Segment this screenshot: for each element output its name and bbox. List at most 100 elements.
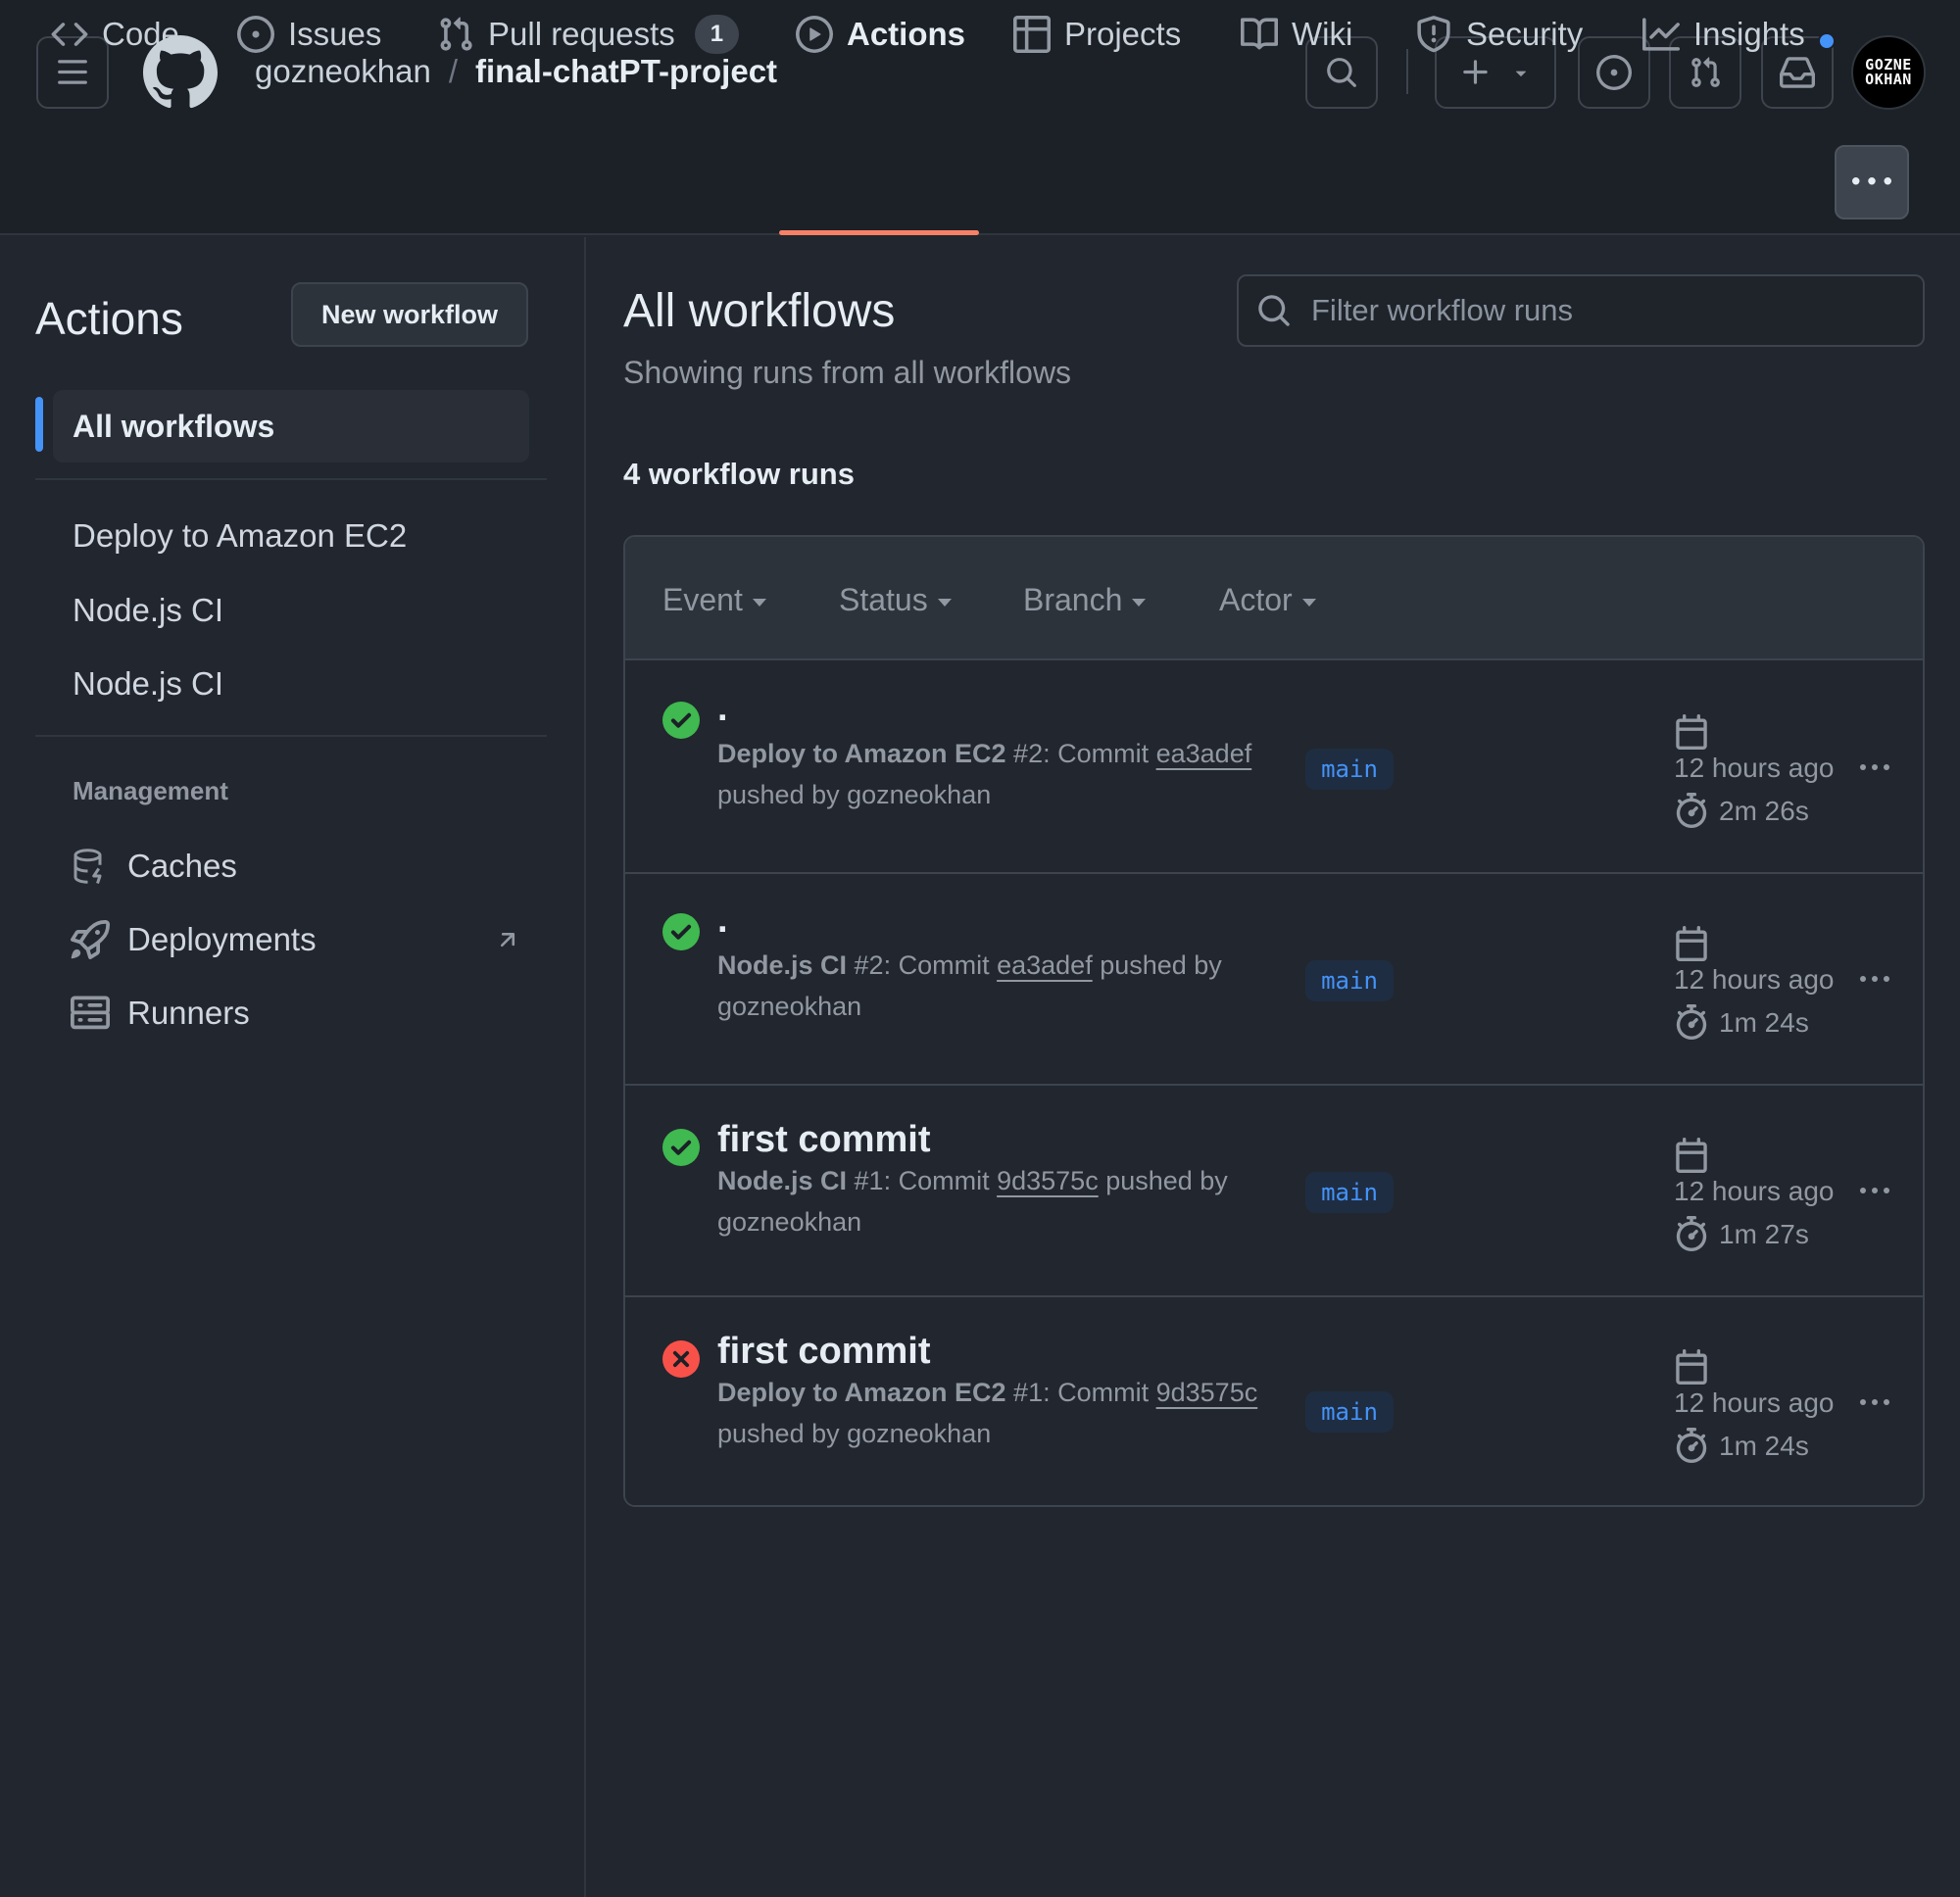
run-options-button[interactable] — [1860, 1399, 1889, 1405]
tab-actions[interactable]: Actions — [796, 0, 965, 90]
actor-filter-dropdown[interactable]: Actor — [1219, 582, 1316, 618]
tab-security[interactable]: Security — [1415, 0, 1583, 90]
page-subtitle: Showing runs from all workflows — [623, 355, 1072, 390]
run-duration: 1m 24s — [1719, 1007, 1809, 1038]
runs-filter-bar: Event Status Branch Actor — [625, 537, 1923, 660]
run-commit-prefix: : Commit — [883, 1166, 998, 1195]
run-meta: Deploy to Amazon EC2 #1: Commit 9d3575c … — [717, 1372, 1266, 1454]
run-number: #1 — [1005, 1378, 1044, 1407]
run-options-button[interactable] — [1860, 764, 1889, 770]
issue-opened-icon — [1596, 55, 1632, 90]
issue-opened-icon — [237, 16, 274, 53]
run-workflow-name: Deploy to Amazon EC2 — [717, 1378, 1006, 1407]
status-filter-dropdown[interactable]: Status — [839, 582, 952, 618]
run-duration: 1m 27s — [1719, 1219, 1809, 1249]
workflow-run-row[interactable]: first commit Node.js CI #1: Commit 9d357… — [625, 1086, 1923, 1297]
run-time-ago: 12 hours ago — [1674, 753, 1835, 783]
run-workflow-name: Node.js CI — [717, 1166, 848, 1195]
your-issues-button[interactable] — [1578, 36, 1650, 109]
sidebar-title: Actions — [35, 293, 183, 344]
actions-sidebar: Actions New workflow All workflows Deplo… — [0, 237, 586, 1897]
branch-badge[interactable]: main — [1305, 1391, 1394, 1433]
commit-sha-link[interactable]: ea3adef — [997, 950, 1093, 980]
management-heading: Management — [73, 776, 228, 805]
branch-badge[interactable]: main — [1305, 960, 1394, 1001]
workflow-run-row[interactable]: first commit Deploy to Amazon EC2 #1: Co… — [625, 1297, 1923, 1505]
tab-projects[interactable]: Projects — [1013, 0, 1181, 90]
kebab-horizontal-icon — [1852, 177, 1891, 185]
tab-pull-requests[interactable]: Pull requests 1 — [437, 0, 740, 90]
commit-sha-link[interactable]: 9d3575c — [997, 1166, 1099, 1195]
run-meta: Node.js CI #1: Commit 9d3575c pushed by … — [717, 1160, 1266, 1242]
run-pushed-by: pushed by gozneokhan — [717, 780, 992, 809]
sidebar-item-runners[interactable]: Runners — [71, 994, 521, 1033]
run-meta: Deploy to Amazon EC2 #2: Commit ea3adef … — [717, 733, 1266, 815]
actor-filter-label: Actor — [1219, 582, 1293, 617]
tab-wiki[interactable]: Wiki — [1241, 0, 1352, 90]
branch-badge[interactable]: main — [1305, 1172, 1394, 1213]
run-time-ago: 12 hours ago — [1674, 1387, 1835, 1418]
branch-badge[interactable]: main — [1305, 749, 1394, 790]
sidebar-item-workflow[interactable]: Deploy to Amazon EC2 — [73, 517, 407, 555]
tab-issues-label: Issues — [288, 16, 382, 52]
workflow-run-row[interactable]: . Deploy to Amazon EC2 #2: Commit ea3ade… — [625, 662, 1923, 874]
tab-insights-label: Insights — [1693, 16, 1805, 52]
sidebar-item-deployments[interactable]: Deployments — [71, 920, 521, 959]
run-title-link[interactable]: first commit — [717, 1331, 930, 1373]
new-workflow-button[interactable]: New workflow — [291, 282, 528, 347]
tab-issues[interactable]: Issues — [237, 0, 381, 90]
tab-code-label: Code — [102, 16, 179, 52]
git-pull-request-icon — [440, 17, 472, 51]
sidebar-item-caches-label: Caches — [127, 848, 237, 884]
caret-down-icon — [752, 598, 766, 607]
stopwatch-icon — [1676, 1004, 1707, 1040]
sidebar-item-workflow[interactable]: Node.js CI — [73, 592, 223, 629]
run-workflow-name: Node.js CI — [717, 950, 848, 980]
run-options-button[interactable] — [1860, 1188, 1889, 1193]
arrow-up-right-icon — [500, 933, 515, 948]
active-item-indicator — [35, 397, 43, 452]
sidebar-item-deployments-label: Deployments — [127, 921, 317, 957]
run-duration: 1m 24s — [1719, 1431, 1809, 1461]
notification-indicator — [1818, 32, 1836, 50]
branch-filter-label: Branch — [1023, 582, 1123, 617]
avatar-text-line-2: OKHAN — [1865, 71, 1912, 88]
tab-code[interactable]: Code — [51, 0, 179, 90]
database-icon — [74, 849, 102, 884]
commit-sha-link[interactable]: 9d3575c — [1156, 1378, 1258, 1407]
page-title: All workflows — [623, 285, 896, 337]
event-filter-label: Event — [662, 582, 743, 617]
tab-projects-label: Projects — [1064, 16, 1182, 52]
more-tabs-button[interactable] — [1835, 145, 1909, 219]
tab-insights[interactable]: Insights — [1642, 0, 1805, 90]
caret-down-icon — [937, 598, 952, 607]
run-options-button[interactable] — [1860, 976, 1889, 982]
status-filter-label: Status — [839, 582, 928, 617]
run-title-link[interactable]: . — [717, 688, 728, 730]
run-pushed-by: pushed by gozneokhan — [717, 1419, 992, 1448]
event-filter-dropdown[interactable]: Event — [662, 582, 766, 618]
graph-icon — [1642, 18, 1680, 51]
sidebar-item-all-workflows[interactable]: All workflows — [53, 390, 529, 462]
run-title-link[interactable]: . — [717, 900, 728, 942]
run-number: #1 — [847, 1166, 884, 1195]
check-circle-icon — [662, 1129, 700, 1166]
filter-workflow-runs-field[interactable] — [1237, 274, 1925, 347]
user-avatar[interactable]: GOZNE OKHAN — [1851, 35, 1926, 110]
run-title-link[interactable]: first commit — [717, 1119, 930, 1161]
calendar-icon — [1676, 926, 1707, 961]
workflow-run-row[interactable]: . Node.js CI #2: Commit ea3adef pushed b… — [625, 874, 1923, 1086]
sidebar-item-caches[interactable]: Caches — [71, 847, 521, 886]
run-number: #2 — [847, 950, 884, 980]
active-tab-underline — [779, 230, 979, 235]
sidebar-divider — [35, 735, 547, 737]
filter-workflow-runs-input[interactable] — [1311, 293, 1899, 328]
run-time-ago: 12 hours ago — [1674, 1176, 1835, 1206]
tab-pull-requests-label: Pull requests — [488, 16, 675, 52]
branch-filter-dropdown[interactable]: Branch — [1023, 582, 1147, 618]
shield-icon — [1417, 16, 1450, 53]
commit-sha-link[interactable]: ea3adef — [1156, 739, 1252, 768]
calendar-icon — [1676, 714, 1707, 750]
sidebar-item-workflow[interactable]: Node.js CI — [73, 665, 223, 703]
run-duration: 2m 26s — [1719, 796, 1809, 826]
